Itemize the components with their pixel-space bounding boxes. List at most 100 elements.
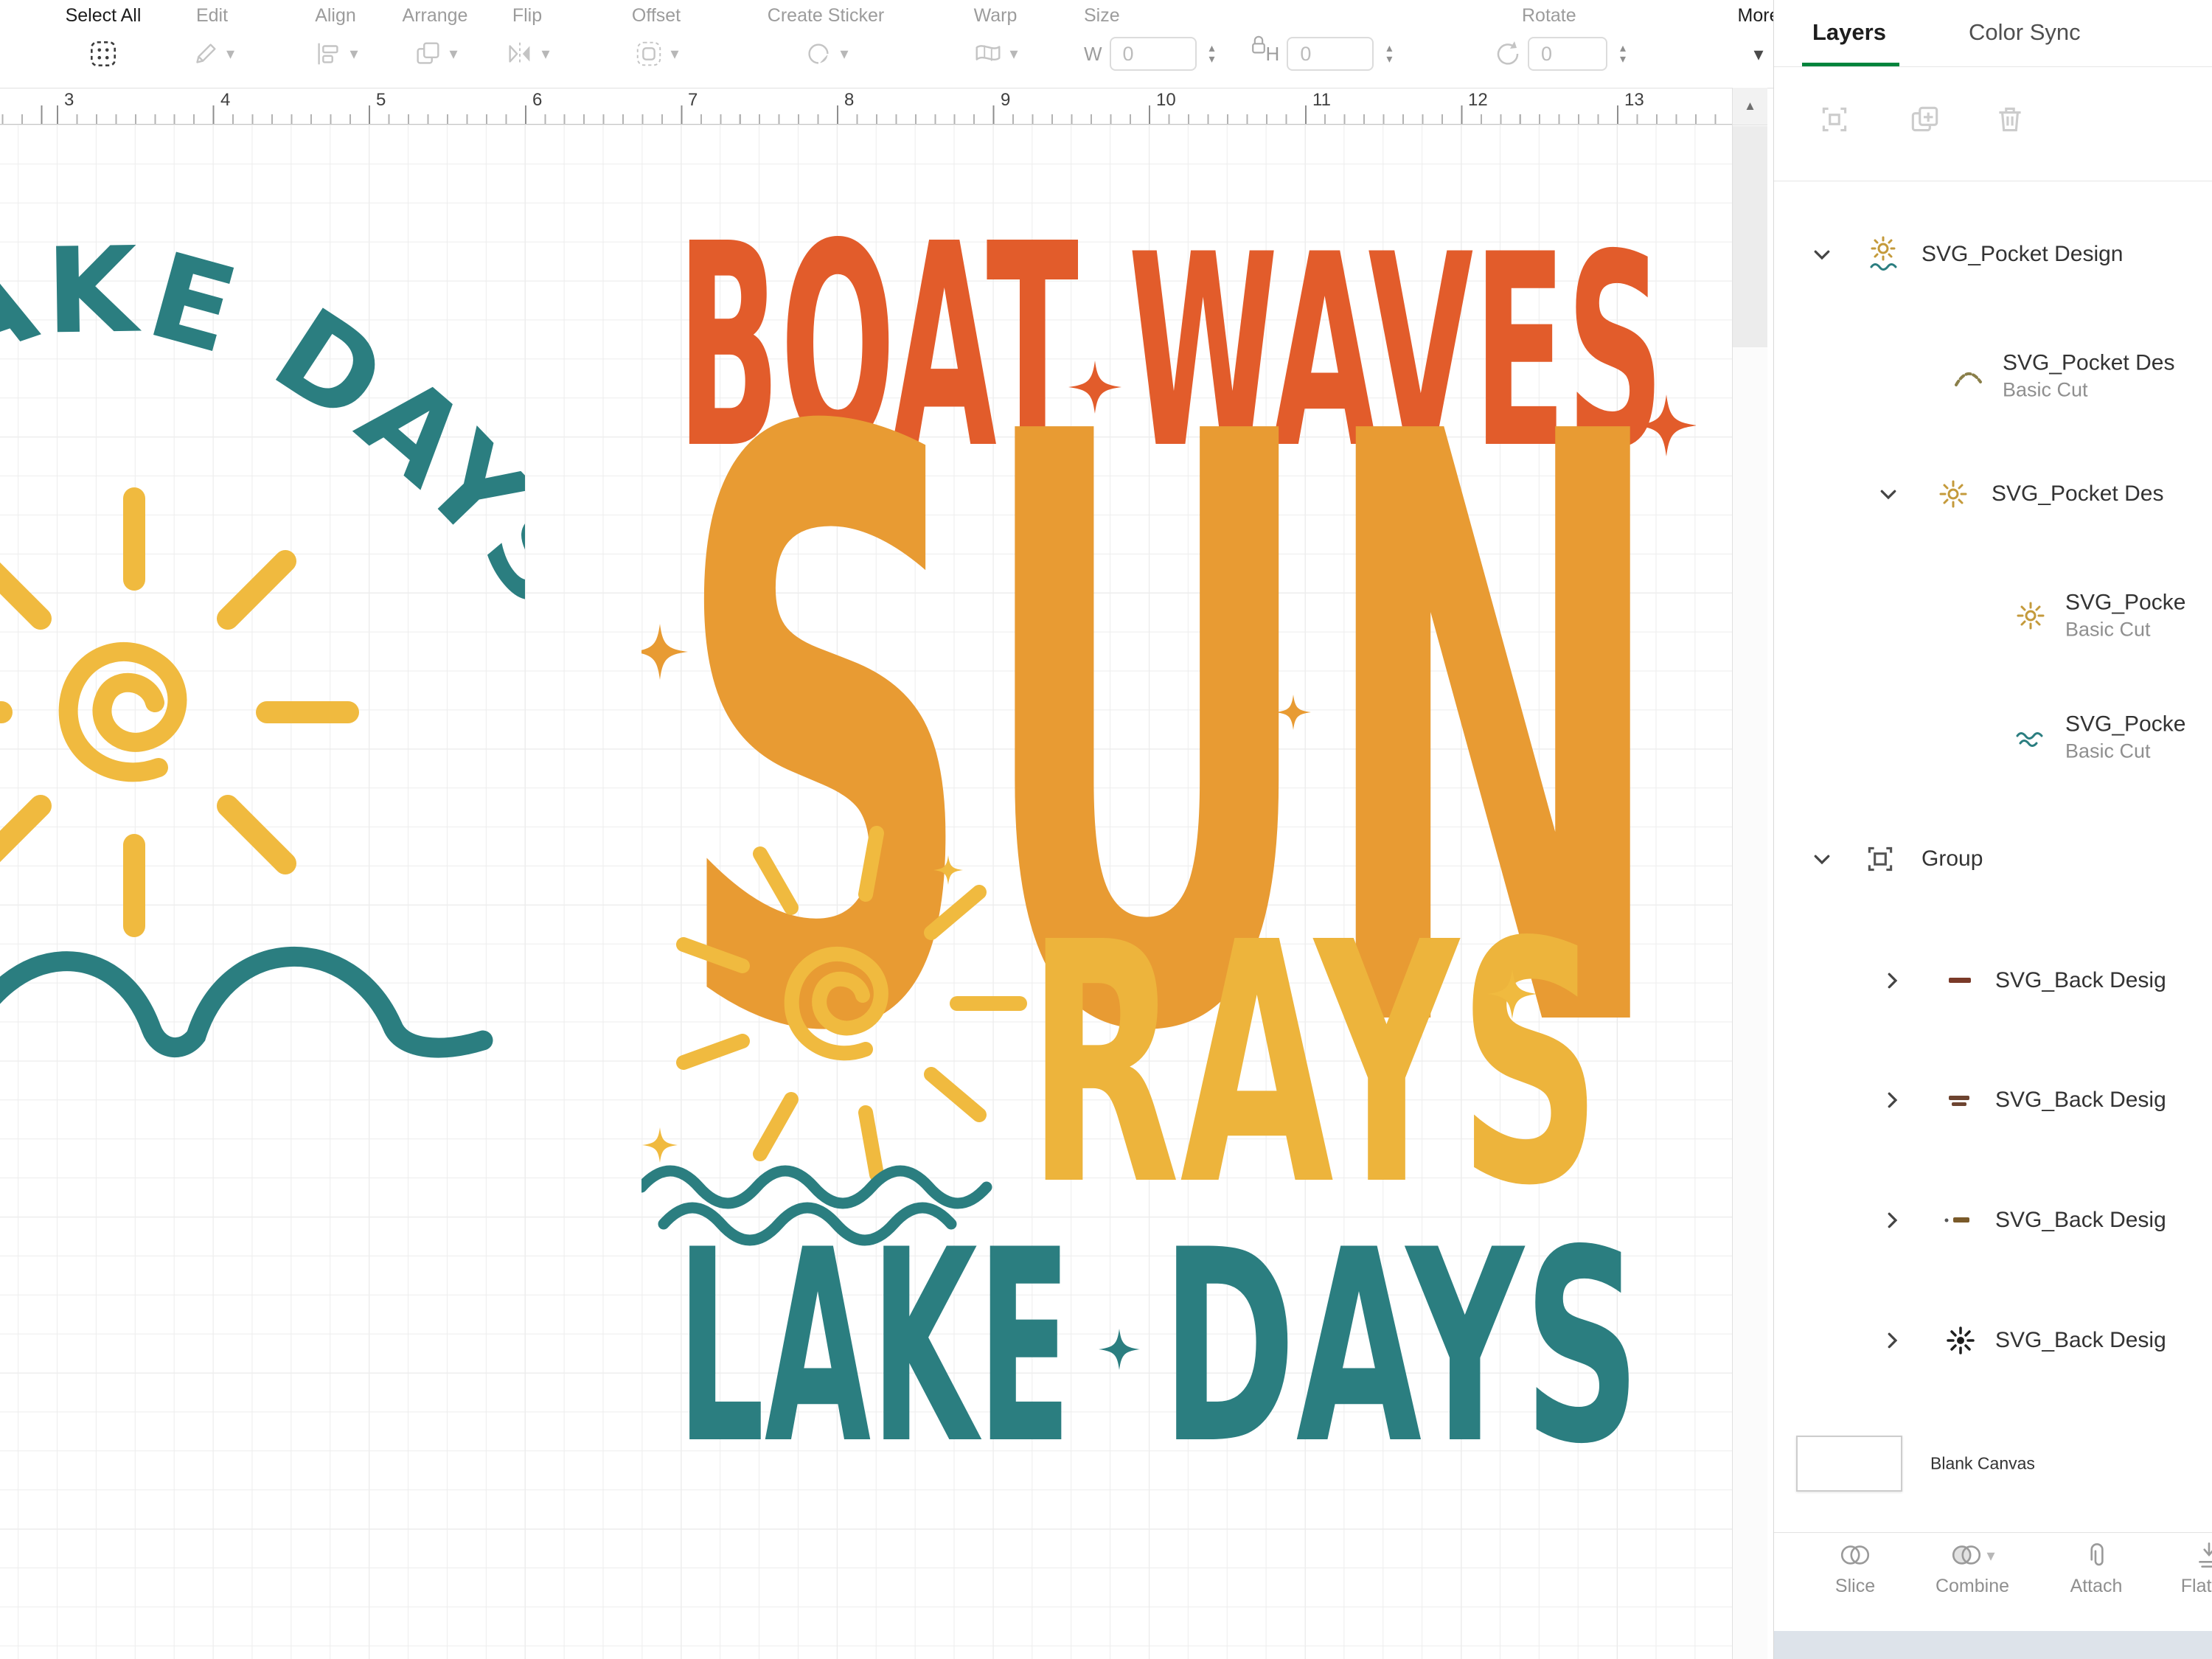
layer-row[interactable]: SVG_Back Desig [1774, 1063, 2212, 1137]
main-design-artwork[interactable]: BOAT WAVES SUN RAYS LAKE DAYS [641, 221, 1696, 1489]
layer-label: SVG_Back Desig [1995, 1208, 2166, 1232]
combine-button[interactable]: ▾ Combine [1917, 1540, 2028, 1597]
layer-label: SVG_Back Desig [1995, 1088, 2166, 1112]
height-stepper[interactable]: ▴ ▾ [1378, 37, 1400, 71]
lock-icon[interactable] [1245, 31, 1273, 59]
canvas-vertical-scrollbar[interactable]: ▲ [1732, 88, 1767, 1659]
chevron-down-icon: ▾ [541, 44, 550, 63]
chevron-down-icon: ▾ [1753, 42, 1764, 65]
chevron-right-icon[interactable] [1881, 1329, 1903, 1352]
rotate-value: 0 [1541, 42, 1553, 65]
tab-layers[interactable]: Layers [1812, 19, 1886, 46]
layer-label: SVG_Pocket Design [1921, 242, 2124, 266]
sun-doodle[interactable] [0, 487, 359, 937]
scrollbar-thumb[interactable] [1733, 126, 1767, 347]
rotate-input[interactable]: 0 [1528, 37, 1607, 71]
layer-row[interactable]: SVG_Pocket Design [1774, 218, 2212, 291]
chevron-down-icon[interactable] [1811, 243, 1833, 265]
ruler-number: 9 [1001, 90, 1011, 110]
width-stepper[interactable]: ▴ ▾ [1201, 37, 1223, 71]
design-text-lake[interactable]: LAKE [677, 1193, 1071, 1489]
layer-sublabel: Basic Cut [2065, 740, 2151, 762]
layer-thumbnail-text-icon [1944, 1217, 1969, 1222]
ruler-number: 4 [220, 90, 231, 110]
layer-label: SVG_Pocke [2065, 590, 2186, 615]
rotate-stepper[interactable]: ▴ ▾ [1612, 37, 1634, 71]
layer-sublabel: Basic Cut [2003, 378, 2088, 401]
more-button[interactable]: More ▾ [1718, 4, 1773, 75]
size-controls: Size W 0 ▴ ▾ H 0 ▴ ▾ [1084, 4, 1438, 75]
rotate-controls: Rotate 0 ▴ ▾ [1489, 4, 1725, 75]
layer-row[interactable]: SVG_Pocke Basic Cut [1774, 568, 2212, 664]
chevron-right-icon[interactable] [1881, 1209, 1903, 1231]
select-all-icon [91, 41, 116, 66]
width-input[interactable]: 0 [1109, 37, 1197, 71]
create-sticker-button[interactable]: Create Sticker ▾ [752, 4, 900, 75]
layer-row[interactable]: SVG_Back Desig [1774, 1183, 2212, 1257]
layer-row[interactable]: SVG_Pocket Des [1774, 457, 2212, 531]
chevron-down-icon[interactable] [1877, 483, 1899, 505]
flip-icon [509, 42, 530, 66]
chevron-down-icon: ▾ [840, 44, 849, 63]
edit-label: Edit [195, 5, 229, 26]
scroll-up-button[interactable]: ▲ [1733, 88, 1767, 125]
chevron-right-icon[interactable] [1881, 970, 1903, 992]
layer-sublabel: Basic Cut [2065, 618, 2151, 641]
warp-label: Warp [973, 5, 1018, 26]
align-button[interactable]: Align ▾ [299, 4, 372, 75]
flip-label: Flip [512, 5, 543, 26]
wave-doodle[interactable] [0, 947, 493, 1058]
ruler-number: 3 [64, 90, 74, 110]
blank-canvas-swatch[interactable] [1796, 1436, 1902, 1492]
offset-icon [637, 41, 661, 66]
layer-row[interactable]: SVG_Pocket Des Basic Cut [1774, 328, 2212, 424]
chevron-down-icon[interactable] [1811, 848, 1833, 870]
warp-button[interactable]: Warp ▾ [951, 4, 1040, 75]
chevron-down-icon: ▾ [1986, 1546, 1995, 1565]
more-label: More [1737, 5, 1773, 26]
panel-bottom-strip [1774, 1631, 2212, 1659]
group-icon [1868, 846, 1893, 872]
flatten-button[interactable]: Flatten [2154, 1540, 2212, 1597]
chevron-down-icon: ▾ [670, 44, 679, 63]
height-input[interactable]: 0 [1287, 37, 1374, 71]
chevron-right-icon[interactable] [1881, 1089, 1903, 1111]
blank-canvas-row[interactable]: Blank Canvas [1774, 1423, 2212, 1504]
layer-thumbnail-sun-icon [2017, 602, 2045, 630]
attach-button[interactable]: Attach [2041, 1540, 2152, 1597]
edit-button[interactable]: Edit ▾ [181, 4, 243, 75]
arrange-button[interactable]: Arrange ▾ [391, 4, 479, 75]
duplicate-button[interactable] [1907, 102, 1942, 137]
combine-icon [1952, 1545, 1981, 1565]
top-toolbar: Select All Edit ▾ Align ▾ Arrange ▾ Flip… [0, 0, 1773, 88]
left-design-artwork[interactable]: LAKE DAYS [0, 240, 525, 1073]
layer-thumbnail-sun-icon [1939, 480, 1967, 508]
layer-row[interactable]: SVG_Pocke Basic Cut [1774, 689, 2212, 785]
layer-row[interactable]: SVG_Back Desig [1774, 1304, 2212, 1377]
ruler-number: 7 [688, 90, 698, 110]
flip-button[interactable]: Flip ▾ [490, 4, 564, 75]
offset-button[interactable]: Offset ▾ [612, 4, 700, 75]
ruler-number: 8 [844, 90, 855, 110]
ruler-number: 12 [1468, 90, 1488, 110]
layer-label: SVG_Back Desig [1995, 968, 2166, 992]
layer-row[interactable]: Group [1774, 822, 2212, 896]
trash-button[interactable] [1992, 102, 2028, 137]
chevron-down-icon: ▾ [349, 44, 358, 63]
horizontal-ruler: 3 4 5 6 7 8 9 10 11 12 13 [0, 88, 1732, 125]
group-button[interactable] [1817, 102, 1852, 137]
select-all-button[interactable]: Select All [59, 4, 147, 75]
design-canvas[interactable]: LAKE DAYS BOAT W [0, 125, 1732, 1659]
height-value: 0 [1300, 42, 1312, 65]
layer-thumbnail-wave-icon [2016, 732, 2043, 747]
arrange-icon [417, 42, 439, 64]
tab-color-sync[interactable]: Color Sync [1969, 19, 2081, 46]
ruler-number: 10 [1156, 90, 1176, 110]
layer-label: SVG_Pocket Des [2003, 350, 2175, 375]
attach-label: Attach [2070, 1576, 2123, 1596]
layer-row[interactable]: SVG_Back Desig [1774, 944, 2212, 1018]
sparkle-icon [642, 1127, 678, 1163]
chevron-down-icon: ▾ [226, 44, 235, 63]
design-text-days[interactable]: DAYS [1161, 1193, 1641, 1489]
slice-button[interactable]: Slice [1800, 1540, 1910, 1597]
